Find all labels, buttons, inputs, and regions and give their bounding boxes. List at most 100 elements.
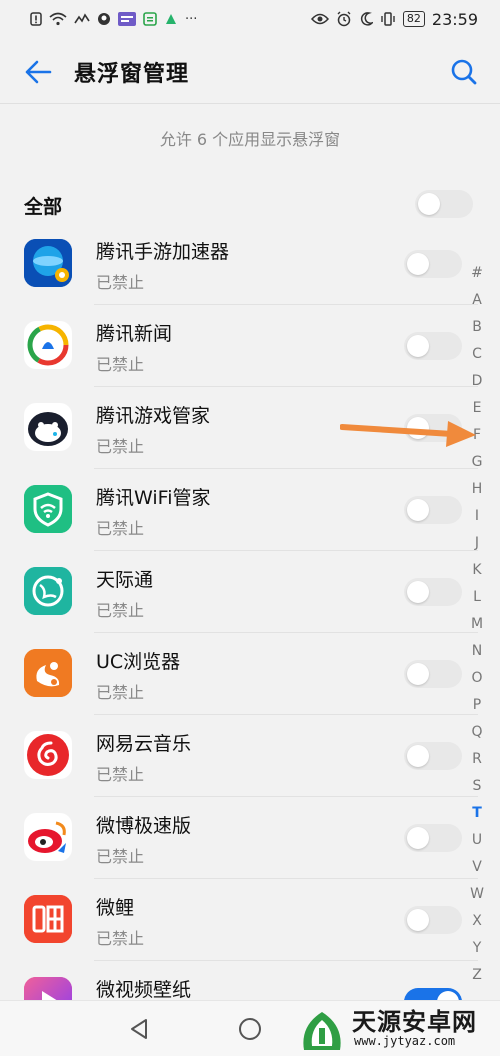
allowed-summary: 允许 6 个应用显示悬浮窗 <box>159 130 341 149</box>
app-status: 已禁止 <box>96 765 145 784</box>
app-name: UC浏览器 <box>96 651 181 673</box>
app-list-content: 腾讯手游加速器 已禁止 腾讯新闻 已禁止 腾讯游戏管家 已禁止 腾讯WiFi管家… <box>0 236 500 1004</box>
app-status: 已禁止 <box>96 929 145 948</box>
watermark-logo-icon <box>303 1012 341 1050</box>
toggle-knob <box>407 335 429 357</box>
list-item[interactable]: UC浏览器 已禁止 <box>0 633 500 715</box>
tencent-game-booster-icon <box>24 239 72 287</box>
app-status: 已禁止 <box>96 273 145 292</box>
nav-back-button[interactable] <box>125 1015 153 1043</box>
alphabet-index-letter[interactable]: B <box>464 314 490 341</box>
weibo-lite-icon <box>24 813 72 861</box>
alphabet-index-letter[interactable]: N <box>464 638 490 665</box>
alphabet-index-letter[interactable]: # <box>464 260 490 287</box>
toggle-knob <box>407 253 429 275</box>
alphabet-index-letter[interactable]: M <box>464 611 490 638</box>
toggle-knob <box>407 581 429 603</box>
news-icon <box>118 12 136 26</box>
alphabet-index-letter[interactable]: A <box>464 287 490 314</box>
battery-indicator: 82 <box>402 11 425 27</box>
floating-window-manager-screen: ··· 82 23:59 悬浮窗管理 允许 6 个应用显示悬浮窗 全部 腾讯手游… <box>0 0 500 1056</box>
annotation-arrow <box>340 421 476 447</box>
alphabet-index-letter[interactable]: X <box>464 908 490 935</box>
list-item[interactable]: 腾讯手游加速器 已禁止 <box>0 236 500 305</box>
site-watermark: 天源安卓网 www.jytyaz.com <box>294 1000 494 1056</box>
app-toggle[interactable] <box>404 906 462 934</box>
more-notifications-icon: ··· <box>185 11 198 27</box>
app-toggle[interactable] <box>404 824 462 852</box>
alphabet-index-letter[interactable]: J <box>464 530 490 557</box>
alphabet-index-letter[interactable]: O <box>464 665 490 692</box>
status-time: 23:59 <box>431 9 478 29</box>
alphabet-index-letter[interactable]: Q <box>464 719 490 746</box>
back-button[interactable] <box>20 54 56 90</box>
app-toggle[interactable] <box>404 332 462 360</box>
alphabet-index-letter[interactable]: K <box>464 557 490 584</box>
list-item[interactable]: 微视频壁纸 <box>0 961 500 1004</box>
alphabet-index-letter[interactable]: U <box>464 827 490 854</box>
alphabet-index-letter[interactable]: R <box>464 746 490 773</box>
status-bar-left: ··· <box>30 12 197 27</box>
tianjitong-icon <box>24 567 72 615</box>
app-toggle[interactable] <box>404 742 462 770</box>
alphabet-index-letter[interactable]: P <box>464 692 490 719</box>
app-status: 已禁止 <box>96 437 145 456</box>
toggle-knob <box>407 909 429 931</box>
app-name: 腾讯新闻 <box>96 323 173 345</box>
watermark-title: 天源安卓网 <box>352 1008 477 1036</box>
alphabet-index-letter[interactable]: S <box>464 773 490 800</box>
alphabet-index-letter[interactable]: V <box>464 854 490 881</box>
alphabet-index-letter[interactable]: T <box>464 800 490 827</box>
alphabet-index-letter[interactable]: Y <box>464 935 490 962</box>
tencent-game-manager-icon <box>24 403 72 451</box>
app-header: 悬浮窗管理 <box>0 38 500 106</box>
alphabet-index-letter[interactable]: Z <box>464 962 490 989</box>
list-item[interactable]: 微博极速版 已禁止 <box>0 797 500 879</box>
list-item[interactable]: 微鲤 已禁止 <box>0 879 500 961</box>
alert-icon <box>30 12 42 26</box>
activity-icon <box>74 13 90 25</box>
app-toggle[interactable] <box>404 250 462 278</box>
all-apps-label: 全部 <box>24 196 63 218</box>
app-name: 腾讯手游加速器 <box>96 241 230 263</box>
app-name: 天际通 <box>96 569 154 591</box>
app-toggle[interactable] <box>404 578 462 606</box>
vibrate-icon <box>380 12 396 26</box>
list-item[interactable]: 腾讯新闻 已禁止 <box>0 305 500 387</box>
uc-browser-icon <box>24 649 72 697</box>
page-title: 悬浮窗管理 <box>74 62 190 87</box>
all-apps-row[interactable]: 全部 <box>0 178 500 230</box>
app-name: 腾讯WiFi管家 <box>96 487 211 509</box>
all-apps-toggle[interactable] <box>415 190 473 218</box>
home-nav-icon <box>239 1018 261 1040</box>
alphabet-index-letter[interactable]: W <box>464 881 490 908</box>
tencent-wifi-manager-icon <box>24 485 72 533</box>
alphabet-index[interactable]: # A B C D E F G H I J K L M N O P Q R S T U V W X Y Z <box>464 260 490 989</box>
search-button[interactable] <box>446 54 482 90</box>
app-name: 微视频壁纸 <box>96 979 192 1001</box>
alphabet-index-letter[interactable]: D <box>464 368 490 395</box>
list-item[interactable]: 网易云音乐 已禁止 <box>0 715 500 797</box>
header-divider <box>0 103 500 104</box>
nav-home-button[interactable] <box>236 1015 264 1043</box>
arrow-left-icon <box>25 60 52 84</box>
list-item[interactable]: 天际通 已禁止 <box>0 551 500 633</box>
app-list[interactable]: 腾讯手游加速器 已禁止 腾讯新闻 已禁止 腾讯游戏管家 已禁止 腾讯WiFi管家… <box>0 236 500 1004</box>
list-item[interactable]: 腾讯WiFi管家 已禁止 <box>0 469 500 551</box>
app-name: 腾讯游戏管家 <box>96 405 211 427</box>
eye-icon <box>310 13 329 25</box>
toggle-knob <box>407 745 429 767</box>
toggle-knob <box>407 499 429 521</box>
app-name: 微博极速版 <box>96 815 192 837</box>
alphabet-index-letter[interactable]: C <box>464 341 490 368</box>
toggle-knob <box>407 827 429 849</box>
wifi-icon <box>49 12 67 26</box>
alphabet-index-letter[interactable]: H <box>464 476 490 503</box>
search-icon <box>451 59 477 85</box>
alphabet-index-letter[interactable]: L <box>464 584 490 611</box>
app-toggle[interactable] <box>404 496 462 524</box>
app-toggle[interactable] <box>404 660 462 688</box>
alphabet-index-letter[interactable]: I <box>464 503 490 530</box>
app-status: 已禁止 <box>96 847 145 866</box>
back-nav-icon <box>131 1019 147 1039</box>
